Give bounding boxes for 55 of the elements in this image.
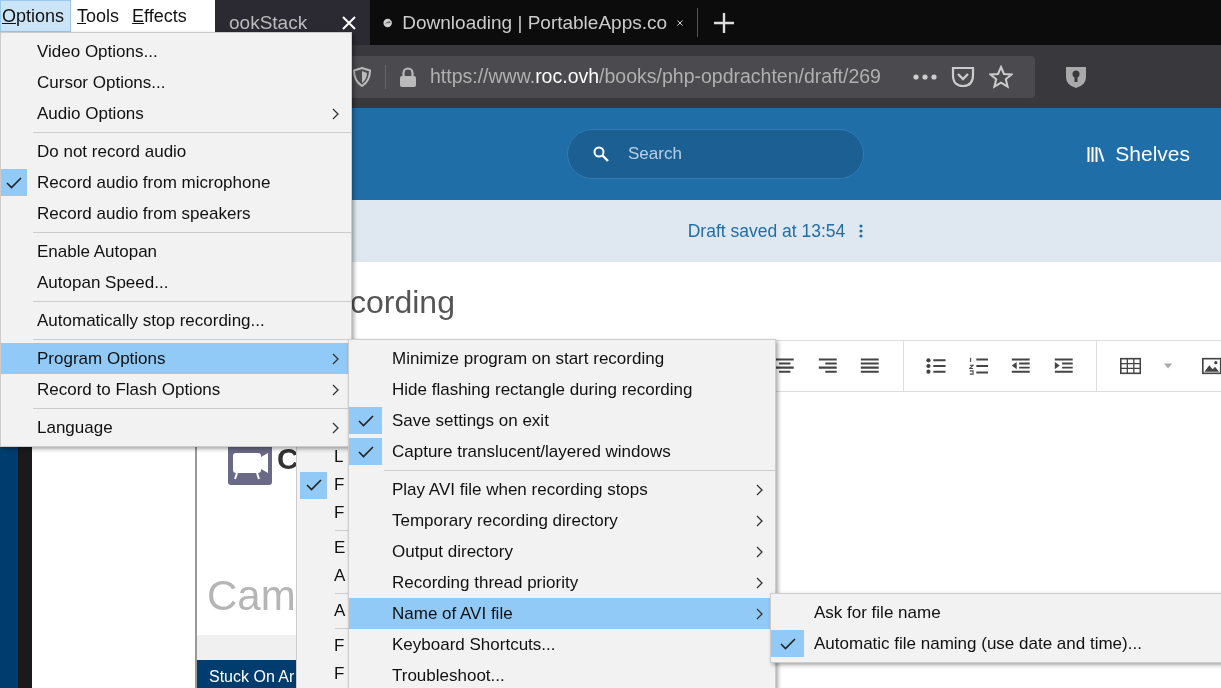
outdent-icon[interactable]: [1011, 356, 1031, 376]
menu-item[interactable]: Recording thread priority: [349, 567, 775, 598]
plus-icon[interactable]: [714, 12, 734, 33]
menu-item[interactable]: Program Options: [1, 343, 351, 374]
menu-item[interactable]: Record audio from microphone: [1, 167, 351, 198]
star-icon[interactable]: [989, 64, 1013, 89]
url-text: https://www.roc.ovh/books/php-opdrachten/draft/269: [430, 65, 881, 88]
more-icon[interactable]: [913, 73, 937, 80]
menu-item[interactable]: Audio Options: [1, 98, 351, 129]
align-justify-icon[interactable]: [860, 356, 880, 376]
menu-item[interactable]: Automatically stop recording...: [1, 305, 351, 336]
search-field[interactable]: Search: [567, 129, 864, 179]
browser-tab[interactable]: Downloading | PortableApps.co: [370, 0, 697, 45]
menu-item[interactable]: Autopan Speed...: [1, 267, 351, 298]
menu-item[interactable]: Temporary recording directory: [349, 505, 775, 536]
menu-item[interactable]: Save settings on exit: [349, 405, 775, 436]
menu-item[interactable]: Output directory: [349, 536, 775, 567]
check-icon: [305, 479, 322, 491]
menu-item[interactable]: Record audio from speakers: [1, 198, 351, 229]
menu-bar-item[interactable]: Options: [0, 0, 72, 32]
image-icon[interactable]: [1201, 356, 1221, 376]
menu-item[interactable]: Enable Autopan: [1, 236, 351, 267]
menu-item[interactable]: Troubleshoot...: [349, 660, 775, 688]
more-vertical-icon[interactable]: [859, 224, 864, 238]
menu-bar-item[interactable]: Effects: [130, 0, 194, 32]
menu-item[interactable]: Capture translucent/layered windows: [349, 436, 775, 467]
books-icon: [1087, 145, 1106, 163]
menu-item[interactable]: Minimize program on start recording: [349, 343, 775, 374]
check-icon: [779, 637, 796, 650]
keyhole-icon[interactable]: [1065, 64, 1087, 89]
shield-icon[interactable]: [353, 66, 371, 87]
check-icon: [357, 414, 374, 427]
menu-bar-item[interactable]: Tools: [75, 0, 127, 32]
title-text: C: [277, 442, 299, 476]
check-icon: [357, 445, 374, 458]
menu-item[interactable]: Record to Flash Options: [1, 374, 351, 405]
menu-item[interactable]: Automatic file naming (use date and time)...: [771, 628, 1221, 659]
draft-status: Draft saved at 13:54: [687, 220, 846, 242]
logo-text: Cam: [207, 572, 296, 620]
table-icon[interactable]: [1120, 356, 1142, 376]
lock-icon[interactable]: [400, 66, 416, 87]
indent-icon[interactable]: [1053, 356, 1074, 376]
page-title: cording: [350, 283, 456, 322]
align-right-icon[interactable]: [817, 356, 838, 376]
menu-item[interactable]: Language: [1, 412, 351, 443]
numbered-list-icon[interactable]: [968, 355, 989, 377]
search-icon: [593, 146, 609, 162]
shelves-link[interactable]: Shelves: [1087, 142, 1190, 166]
menu-item[interactable]: Do not record audio: [1, 136, 351, 167]
menu-item[interactable]: Hide flashing rectangle during recording: [349, 374, 775, 405]
align-center-icon[interactable]: [775, 356, 795, 376]
pocket-icon[interactable]: [951, 65, 975, 88]
bullet-list-icon[interactable]: [926, 356, 946, 376]
check-icon: [6, 176, 22, 189]
close-icon[interactable]: [342, 15, 356, 30]
